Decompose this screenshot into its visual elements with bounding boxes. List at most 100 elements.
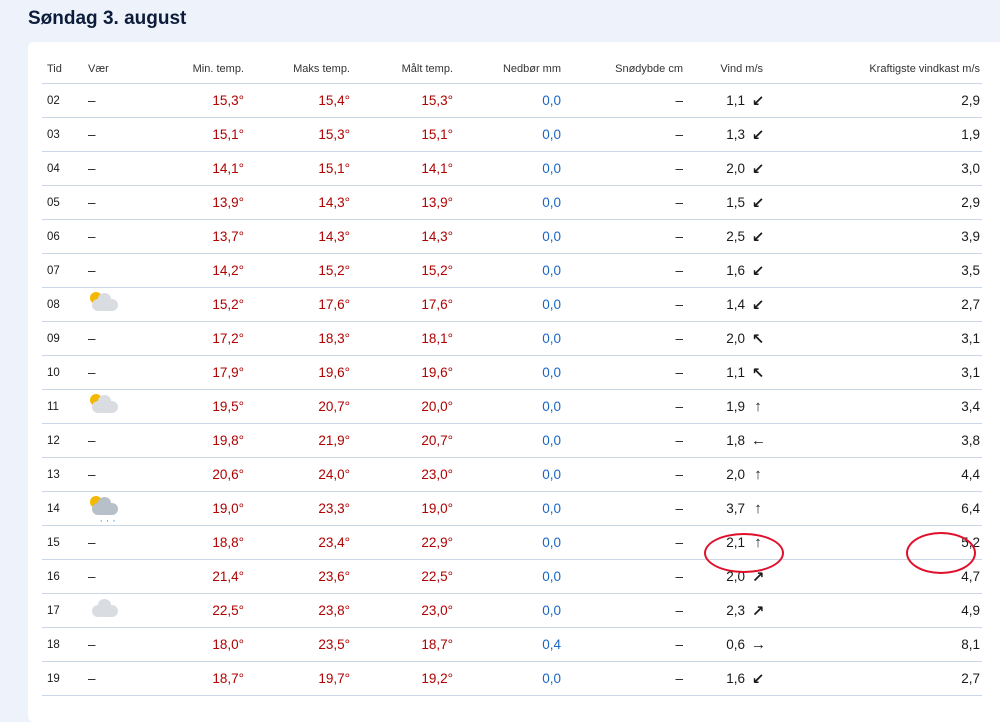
gust-cell: 3,1 — [773, 321, 982, 356]
max-temp-cell: 15,3° — [244, 117, 350, 152]
gust-cell: 3,8 — [773, 423, 982, 458]
max-temp-cell: 14,3° — [244, 185, 350, 220]
weather-cell: – — [88, 185, 148, 220]
precipitation-cell: 0,0 — [453, 151, 561, 186]
weather-cell: – — [88, 559, 148, 594]
time-cell: 05 — [42, 185, 88, 220]
wind-speed: 3,7 — [726, 501, 745, 516]
header-max-temp: Maks temp. — [244, 55, 350, 84]
wind-cell: 1,8 ← — [683, 423, 773, 458]
weather-cell — [88, 389, 148, 424]
max-temp-cell: 15,4° — [244, 83, 350, 118]
gust-cell: 2,7 — [773, 287, 982, 322]
cloud-icon — [88, 598, 120, 620]
min-temp-cell: 15,2° — [148, 287, 244, 322]
gust-cell: 6,4 — [773, 491, 982, 526]
snow-depth-cell: – — [561, 151, 683, 186]
max-temp-cell: 20,7° — [244, 389, 350, 424]
measured-temp-cell: 23,0° — [350, 457, 453, 492]
weather-cell: – — [88, 117, 148, 152]
weather-cell: – — [88, 423, 148, 458]
header-wind: Vind m/s — [683, 55, 773, 84]
measured-temp-cell: 22,9° — [350, 525, 453, 560]
snow-depth-cell: – — [561, 389, 683, 424]
wind-cell: 1,1 ↙ — [683, 83, 773, 118]
table-row: 05 – 13,9° 14,3° 13,9° 0,0 – 1,5 ↙ 2,9 — [42, 185, 982, 220]
precipitation-cell: 0,0 — [453, 219, 561, 254]
max-temp-cell: 14,3° — [244, 219, 350, 254]
snow-depth-cell: – — [561, 253, 683, 288]
wind-cell: 2,3 ↗ — [683, 593, 773, 628]
precipitation-cell: 0,0 — [453, 83, 561, 118]
table-row: 19 – 18,7° 19,7° 19,2° 0,0 – 1,6 ↙ 2,7 — [42, 661, 982, 696]
time-cell: 12 — [42, 423, 88, 458]
time-cell: 03 — [42, 117, 88, 152]
time-cell: 13 — [42, 457, 88, 492]
table-row: 18 – 18,0° 23,5° 18,7° 0,4 – 0,6 → 8,1 — [42, 627, 982, 662]
page-title: Søndag 3. august — [28, 8, 187, 29]
min-temp-cell: 15,3° — [148, 83, 244, 118]
wind-direction-arrow-icon: ↙ — [751, 296, 765, 314]
table-row: 07 – 14,2° 15,2° 15,2° 0,0 – 1,6 ↙ 3,5 — [42, 253, 982, 288]
measured-temp-cell: 15,3° — [350, 83, 453, 118]
table-row: 14 , , , 19,0° 23,3° 19,0° 0,0 – 3,7 ↑ 6… — [42, 491, 982, 526]
rain-showers-icon: , , , — [88, 496, 120, 523]
table-row: 04 – 14,1° 15,1° 14,1° 0,0 – 2,0 ↙ 3,0 — [42, 151, 982, 186]
snow-depth-cell: – — [561, 559, 683, 594]
table-row: 16 – 21,4° 23,6° 22,5° 0,0 – 2,0 ↗ 4,7 — [42, 559, 982, 594]
wind-direction-arrow-icon: ↑ — [754, 398, 762, 415]
gust-cell: 4,4 — [773, 457, 982, 492]
wind-speed: 2,0 — [726, 467, 745, 482]
wind-speed: 1,3 — [726, 127, 745, 142]
table-row: 02 – 15,3° 15,4° 15,3° 0,0 – 1,1 ↙ 2,9 — [42, 83, 982, 118]
time-cell: 02 — [42, 83, 88, 118]
wind-speed: 2,0 — [726, 569, 745, 584]
precipitation-cell: 0,0 — [453, 457, 561, 492]
snow-depth-cell: – — [561, 491, 683, 526]
precipitation-cell: 0,0 — [453, 525, 561, 560]
min-temp-cell: 19,8° — [148, 423, 244, 458]
measured-temp-cell: 19,2° — [350, 661, 453, 696]
weather-cell: – — [88, 151, 148, 186]
measured-temp-cell: 14,3° — [350, 219, 453, 254]
measured-temp-cell: 20,0° — [350, 389, 453, 424]
measured-temp-cell: 15,1° — [350, 117, 453, 152]
table-row: 12 – 19,8° 21,9° 20,7° 0,0 – 1,8 ← 3,8 — [42, 423, 982, 458]
wind-direction-arrow-icon: ↑ — [754, 534, 762, 551]
snow-depth-cell: – — [561, 355, 683, 390]
max-temp-cell: 23,8° — [244, 593, 350, 628]
min-temp-cell: 18,8° — [148, 525, 244, 560]
header-time: Tid — [42, 55, 88, 84]
wind-direction-arrow-icon: ↙ — [751, 92, 765, 110]
precipitation-cell: 0,0 — [453, 389, 561, 424]
measured-temp-cell: 13,9° — [350, 185, 453, 220]
max-temp-cell: 23,5° — [244, 627, 350, 662]
header-min-temp: Min. temp. — [148, 55, 244, 84]
min-temp-cell: 19,5° — [148, 389, 244, 424]
wind-cell: 0,6 → — [683, 627, 773, 662]
wind-cell: 3,7 ↑ — [683, 491, 773, 526]
wind-speed: 1,9 — [726, 399, 745, 414]
table-row: 15 – 18,8° 23,4° 22,9° 0,0 – 2,1 ↑ 5,2 — [42, 525, 982, 560]
precipitation-cell: 0,0 — [453, 185, 561, 220]
time-cell: 04 — [42, 151, 88, 186]
wind-speed: 2,1 — [726, 535, 745, 550]
header-measured-temp: Målt temp. — [350, 55, 453, 84]
table-row: 17 22,5° 23,8° 23,0° 0,0 – 2,3 ↗ 4,9 — [42, 593, 982, 628]
measured-temp-cell: 18,7° — [350, 627, 453, 662]
measured-temp-cell: 17,6° — [350, 287, 453, 322]
measured-temp-cell: 22,5° — [350, 559, 453, 594]
max-temp-cell: 15,2° — [244, 253, 350, 288]
min-temp-cell: 14,1° — [148, 151, 244, 186]
weather-cell: – — [88, 457, 148, 492]
precipitation-cell: 0,0 — [453, 321, 561, 356]
wind-direction-arrow-icon: ↙ — [751, 194, 765, 212]
snow-depth-cell: – — [561, 321, 683, 356]
measured-temp-cell: 19,6° — [350, 355, 453, 390]
measured-temp-cell: 15,2° — [350, 253, 453, 288]
gust-cell: 1,9 — [773, 117, 982, 152]
time-cell: 06 — [42, 219, 88, 254]
wind-direction-arrow-icon: ← — [751, 432, 766, 449]
snow-depth-cell: – — [561, 525, 683, 560]
time-cell: 11 — [42, 389, 88, 424]
